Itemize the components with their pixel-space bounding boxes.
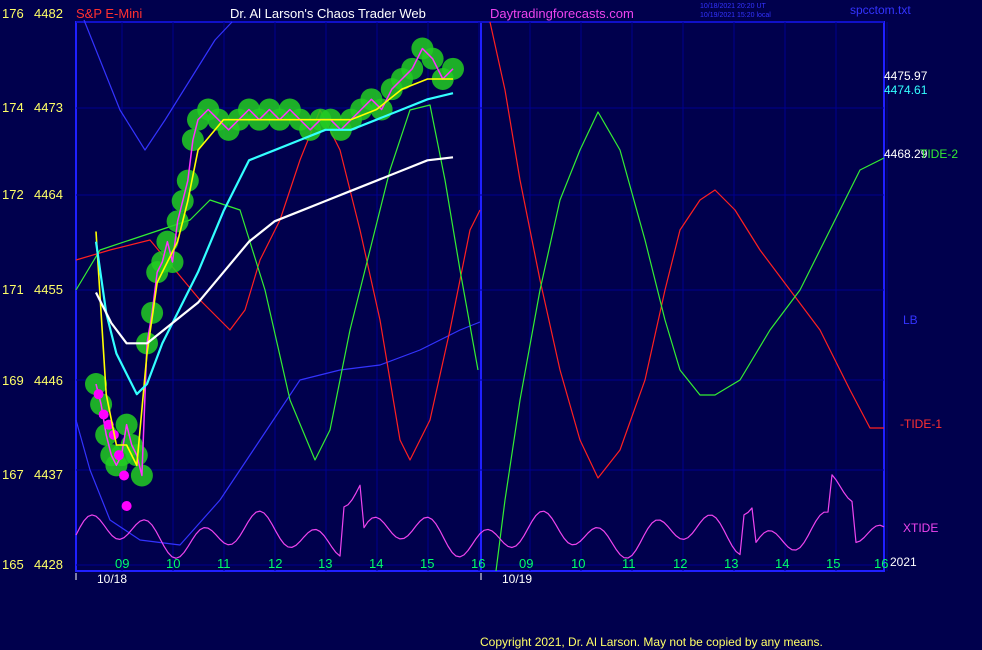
hour-label: 12: [268, 556, 282, 571]
y-axis: 176 4482 174 4473 172 4464 171 4455 169 4446 167 44…: [2, 6, 63, 572]
label-lb: LB: [903, 313, 918, 327]
hour-label: 09: [519, 556, 533, 571]
timestamp-1: 10/18/2021 20:20 UT: [700, 3, 766, 10]
y-price-label: 4428: [34, 557, 63, 572]
value-yellow: 4475.97: [884, 69, 928, 83]
y-price-label: 4437: [34, 467, 63, 482]
timestamp-2: 10/19/2021 15:20 local: [700, 12, 771, 19]
hour-label: 15: [420, 556, 434, 571]
copyright: Copyright 2021, Dr. Al Larson. May not b…: [480, 635, 823, 649]
label-tide1: -TIDE-1: [900, 417, 942, 431]
value-cyan: 4474.61: [884, 83, 928, 97]
hour-label: 14: [775, 556, 789, 571]
label-tide2: TIDE-2: [920, 147, 958, 161]
hour-label: 15: [826, 556, 840, 571]
hour-label: 11: [217, 556, 231, 571]
hour-label: 16: [874, 556, 888, 571]
file-label: spcctom.txt: [850, 3, 911, 17]
date-label: 10/18: [97, 572, 127, 586]
y-index-label: 167: [2, 467, 24, 482]
y-index-label: 172: [2, 187, 24, 202]
y-index-label: 176: [2, 6, 24, 21]
y-index-label: 169: [2, 373, 24, 388]
y-index-label: 174: [2, 100, 24, 115]
y-price-label: 4473: [34, 100, 63, 115]
hour-label: 09: [115, 556, 129, 571]
hour-label: 13: [724, 556, 738, 571]
hour-label: 11: [622, 556, 636, 571]
y-price-label: 4446: [34, 373, 63, 388]
chaos-trader-chart: S&P E-Mini Dr. Al Larson's Chaos Trader …: [2, 3, 958, 649]
hour-label: 13: [318, 556, 332, 571]
year-label: 2021: [890, 555, 917, 569]
y-price-label: 4482: [34, 6, 63, 21]
y-index-label: 171: [2, 282, 24, 297]
symbol-label: S&P E-Mini: [76, 6, 142, 21]
magenta-dot: [93, 389, 104, 400]
hour-label: 12: [673, 556, 687, 571]
magenta-dot: [98, 409, 109, 420]
chart-title: Dr. Al Larson's Chaos Trader Web: [230, 6, 426, 21]
magenta-dot: [113, 450, 124, 461]
hour-label: 14: [369, 556, 383, 571]
y-index-label: 165: [2, 557, 24, 572]
y-price-label: 4464: [34, 187, 63, 202]
lb-line: [75, 321, 481, 546]
site-label: Daytradingforecasts.com: [490, 6, 634, 21]
date-label: 10/19: [502, 572, 532, 586]
magenta-dot: [119, 470, 130, 481]
magenta-dot: [121, 501, 132, 511]
hour-label: 10: [166, 556, 180, 571]
y-price-label: 4455: [34, 282, 63, 297]
tide2-line-day1: [75, 104, 479, 461]
hour-label: 16: [471, 556, 485, 571]
lb-upper-curve: [83, 19, 233, 151]
hour-label: 10: [571, 556, 585, 571]
label-xtide: XTIDE: [903, 521, 938, 535]
